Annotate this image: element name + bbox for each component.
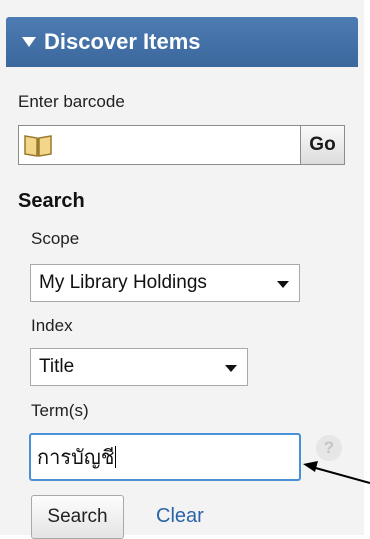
pointer-arrow-icon <box>303 461 370 484</box>
